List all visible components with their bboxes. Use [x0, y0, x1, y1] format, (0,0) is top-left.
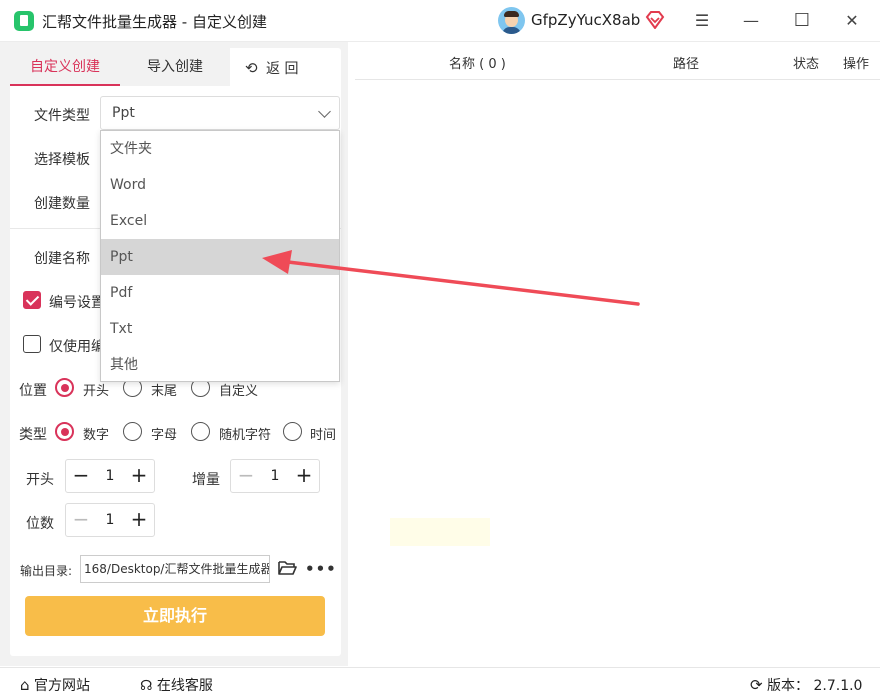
- window-title: 汇帮文件批量生成器 - 自定义创建: [42, 13, 267, 31]
- support-label: 在线客服: [156, 678, 213, 694]
- type-label: 类型: [19, 427, 47, 443]
- minimize-button[interactable]: —: [740, 10, 762, 32]
- type-time-label: 时间: [310, 428, 337, 443]
- more-options-icon[interactable]: •••: [305, 560, 337, 578]
- support-link[interactable]: ☊ 在线客服: [140, 675, 213, 695]
- column-name[interactable]: 名称 ( 0 ): [449, 53, 506, 72]
- back-label: 返 回: [266, 61, 299, 77]
- column-status[interactable]: 状态: [793, 53, 819, 72]
- plus-icon[interactable]: +: [289, 460, 319, 492]
- refresh-icon: ⟳: [750, 676, 763, 694]
- digits-value: 1: [105, 512, 115, 528]
- plus-icon[interactable]: +: [124, 504, 154, 536]
- menu-icon[interactable]: ☰: [691, 10, 713, 32]
- only-number-label: 仅使用编: [49, 339, 105, 355]
- tab-import-create[interactable]: 导入创建: [120, 48, 230, 86]
- headset-icon: ☊: [140, 678, 153, 694]
- dropdown-option-excel[interactable]: Excel: [101, 203, 339, 239]
- file-type-dropdown[interactable]: 文件夹 Word Excel Ppt Pdf Txt 其他: [100, 130, 340, 382]
- file-type-label: 文件类型: [34, 108, 90, 124]
- type-time-radio[interactable]: [283, 422, 302, 441]
- name-label: 创建名称: [34, 251, 90, 267]
- empty-area: [390, 518, 490, 546]
- status-bar: [0, 667, 880, 700]
- plus-icon[interactable]: +: [124, 460, 154, 492]
- run-now-button[interactable]: 立即执行: [25, 596, 325, 636]
- vip-diamond-icon[interactable]: [645, 11, 665, 29]
- website-label: 官方网站: [33, 678, 90, 694]
- version-number: 2.7.1.0: [813, 678, 863, 694]
- dropdown-option-txt[interactable]: Txt: [101, 311, 339, 347]
- type-random-radio[interactable]: [191, 422, 210, 441]
- type-letter-radio[interactable]: [123, 422, 142, 441]
- dropdown-option-word[interactable]: Word: [101, 167, 339, 203]
- numbering-checkbox[interactable]: [23, 291, 41, 309]
- type-random-label: 随机字符: [219, 428, 272, 443]
- back-button[interactable]: ⟲ 返 回: [240, 48, 320, 86]
- template-label: 选择模板: [34, 152, 90, 168]
- minus-icon[interactable]: −: [66, 504, 96, 536]
- type-number-label: 数字: [83, 428, 110, 443]
- chevron-down-icon: [318, 105, 331, 118]
- increment-label: 增量: [192, 472, 220, 488]
- position-start-radio[interactable]: [55, 378, 74, 397]
- username[interactable]: GfpZyYucX8ab: [531, 11, 640, 29]
- digits-label: 位数: [26, 516, 54, 532]
- output-dir-input[interactable]: 168/Desktop/汇帮文件批量生成器: [80, 555, 270, 583]
- dropdown-option-other[interactable]: 其他: [101, 347, 339, 383]
- increment-stepper[interactable]: − 1 +: [230, 459, 320, 493]
- tab-custom-create[interactable]: 自定义创建: [10, 48, 120, 86]
- count-label: 创建数量: [34, 196, 90, 212]
- undo-icon: ⟲: [245, 59, 258, 77]
- dropdown-option-pdf[interactable]: Pdf: [101, 275, 339, 311]
- version-info[interactable]: ⟳ 版本： 2.7.1.0: [750, 675, 862, 695]
- position-label: 位置: [19, 383, 47, 399]
- type-number-radio[interactable]: [55, 422, 74, 441]
- type-letter-label: 字母: [151, 428, 178, 443]
- increment-value: 1: [270, 468, 280, 484]
- minus-icon[interactable]: −: [66, 460, 96, 492]
- minus-icon[interactable]: −: [231, 460, 261, 492]
- maximize-button[interactable]: ☐: [791, 10, 813, 32]
- numbering-label: 编号设置: [49, 295, 105, 311]
- user-avatar[interactable]: [498, 7, 525, 34]
- file-type-select[interactable]: Ppt: [100, 96, 340, 130]
- only-number-checkbox[interactable]: [23, 335, 41, 353]
- digits-stepper[interactable]: − 1 +: [65, 503, 155, 537]
- column-path[interactable]: 路径: [673, 53, 699, 72]
- app-logo-icon: [14, 11, 34, 31]
- home-icon: ⌂: [20, 676, 30, 694]
- start-label: 开头: [26, 472, 54, 488]
- version-label: 版本：: [767, 678, 810, 694]
- output-dir-label: 输出目录:: [20, 564, 73, 578]
- folder-open-icon[interactable]: [278, 560, 297, 576]
- start-stepper[interactable]: − 1 +: [65, 459, 155, 493]
- dropdown-option-folder[interactable]: 文件夹: [101, 131, 339, 167]
- start-value: 1: [105, 468, 115, 484]
- file-list-panel: [355, 42, 880, 666]
- file-type-value: Ppt: [112, 105, 135, 121]
- dropdown-option-ppt[interactable]: Ppt: [101, 239, 339, 275]
- column-actions[interactable]: 操作: [843, 53, 869, 72]
- website-link[interactable]: ⌂ 官方网站: [20, 675, 90, 695]
- close-button[interactable]: ✕: [841, 10, 863, 32]
